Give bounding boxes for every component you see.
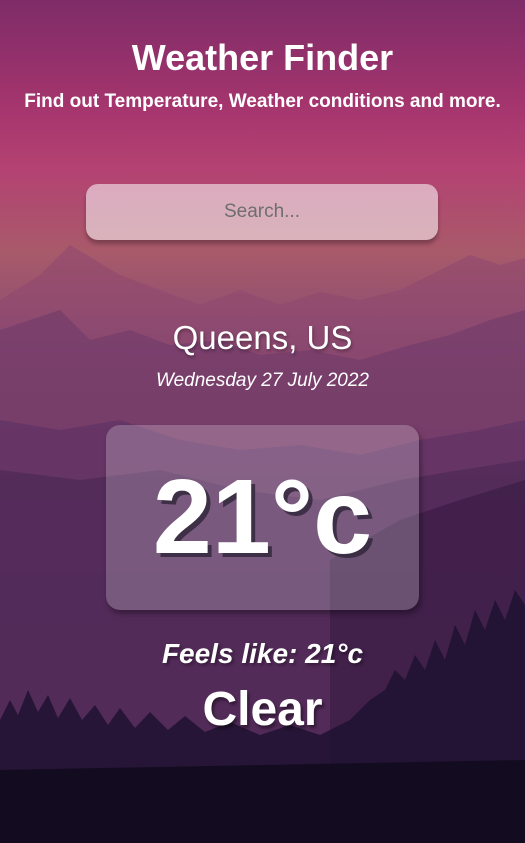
weather-app: Weather Finder Find out Temperature, Wea… (0, 0, 525, 843)
search-input[interactable] (86, 184, 438, 240)
page-title: Weather Finder (131, 37, 394, 78)
feels-like-label: Feels like: 21°c (161, 638, 364, 669)
weather-condition: Clear (202, 683, 323, 736)
temperature-card: 21°c (106, 425, 419, 610)
location-label: Queens, US (172, 319, 353, 356)
temperature-value: 21°c (152, 458, 373, 576)
date-label: Wednesday 27 July 2022 (155, 370, 370, 391)
page-subtitle: Find out Temperature, Weather conditions… (24, 91, 501, 112)
search-box (86, 184, 438, 240)
main-content: Weather Finder Find out Temperature, Wea… (0, 0, 525, 843)
